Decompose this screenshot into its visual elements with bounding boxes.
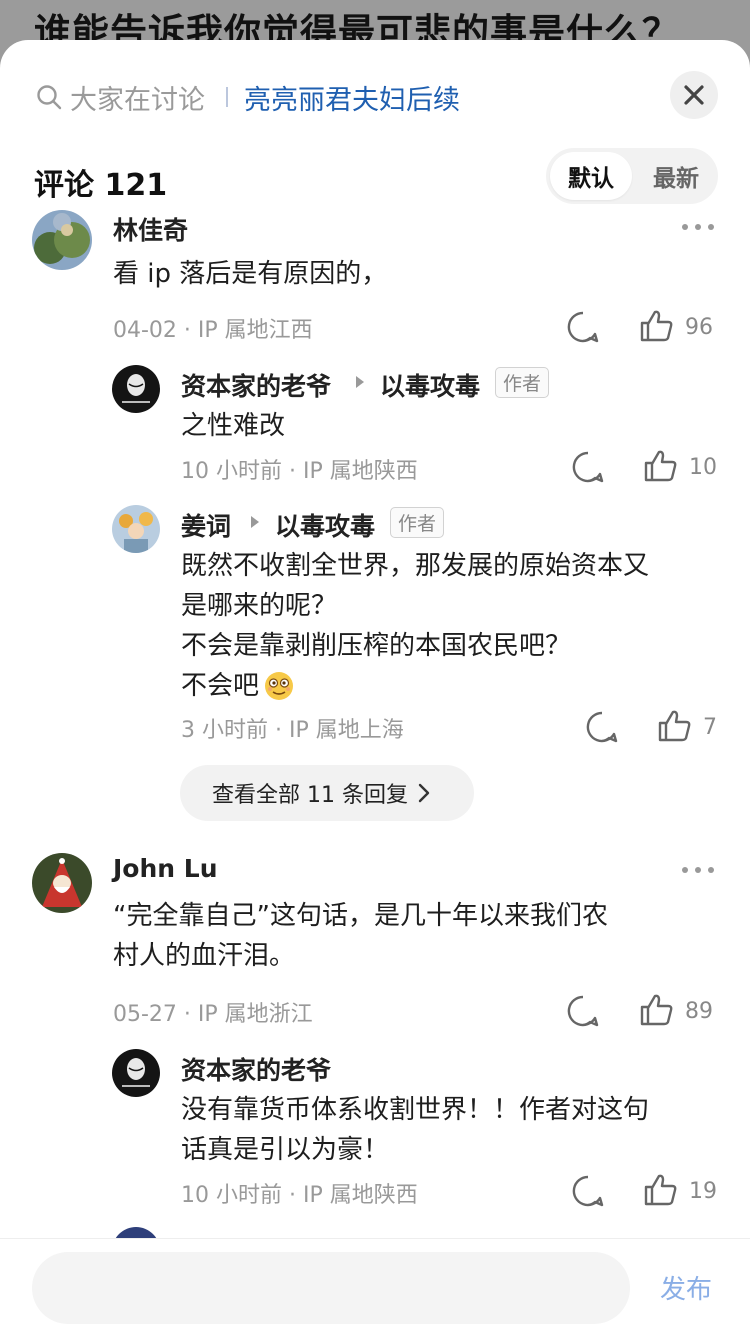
reply-line: 是哪来的呢？ [181,591,338,621]
divider [226,87,228,107]
close-icon [684,85,704,105]
reply-target-name[interactable]: 以毒攻毒 [275,507,375,543]
reply-arrow-icon [251,516,259,528]
reply-line: 话真是引以为豪！ [181,1135,390,1165]
sort-latest-tab[interactable]: 最新 [638,152,714,200]
hot-topic-link[interactable]: 亮亮丽君夫妇后续 [244,78,460,117]
avatar[interactable] [112,1049,160,1097]
search-hint[interactable]: 大家在讨论 [70,78,205,117]
search-icon[interactable] [36,84,62,110]
avatar[interactable] [32,853,92,913]
comments-count-title: 评论 121 [34,168,168,203]
comment-meta: 04-02 · IP 属地江西 [113,318,313,343]
reply-line: 不会吧 [181,666,649,706]
thumbs-up-icon[interactable] [638,308,674,344]
like-count: 19 [689,1179,717,1204]
avatar[interactable] [112,365,160,413]
reply-line: 既然不收割全世界，那发展的原始资本又 [181,551,650,581]
comment-input-bar: 发布 [0,1238,750,1334]
sheet-topbar: 大家在讨论 亮亮丽君夫妇后续 [0,40,750,150]
view-all-label: 查看全部 11 条回复 [212,783,408,808]
replier-name[interactable]: 资本家的老爷 [181,1051,331,1087]
commenter-name[interactable]: John Lu [113,854,218,883]
view-all-replies-button[interactable]: 查看全部 11 条回复 [180,765,474,821]
comment-meta: 05-27 · IP 属地浙江 [113,1002,313,1027]
more-options-icon[interactable] [680,865,716,875]
like-count: 7 [703,715,717,740]
thumbs-up-icon[interactable] [638,992,674,1028]
reply-body: 既然不收割全世界，那发展的原始资本又 是哪来的呢？ 不会是靠剥削压榨的本国农民吧… [181,546,649,706]
reply-body: 之性难改 [181,406,285,446]
comment-line: 村人的血汗泪。 [113,941,296,971]
reply-meta: 3 小时前 · IP 属地上海 [181,718,404,743]
avatar[interactable] [32,210,92,270]
comment-line: 看 ip 落后是有原因的， [113,259,388,289]
comment-body: “完全靠自己”这句话，是几十年以来我们农 村人的血汗泪。 [113,896,608,976]
comment-line: “完全靠自己”这句话，是几十年以来我们农 [113,901,608,931]
reply-line: 没有靠货币体系收割世界！！作者对这句 [181,1095,650,1125]
more-options-icon[interactable] [680,222,716,232]
reply-line-text: 不会吧 [181,671,260,701]
author-tag: 作者 [495,367,550,398]
reply-icon[interactable] [585,710,619,744]
author-tag: 作者 [390,507,445,538]
commenter-name[interactable]: 林佳奇 [113,211,188,247]
reply-line: 不会是靠剥削压榨的本国农民吧？ [181,631,572,661]
comment-body: 看 ip 落后是有原因的， [113,254,387,294]
reply-meta: 10 小时前 · IP 属地陕西 [181,459,418,484]
replier-name[interactable]: 资本家的老爷 [181,367,331,403]
reply-arrow-icon [356,376,364,388]
chevron-right-icon [418,783,430,803]
avatar[interactable] [112,505,160,553]
comments-sheet: 大家在讨论 亮亮丽君夫妇后续 评论 121 默认 最新 林佳奇 看 ip 落后是… [0,40,750,1334]
reply-icon[interactable] [571,450,605,484]
reply-target-name[interactable]: 以毒攻毒 [380,367,480,403]
sort-default-tab[interactable]: 默认 [550,152,632,200]
like-count: 10 [689,455,717,480]
reply-meta: 10 小时前 · IP 属地陕西 [181,1183,418,1208]
like-count: 96 [685,315,713,340]
publish-button[interactable]: 发布 [660,1269,712,1306]
reply-icon[interactable] [571,1174,605,1208]
close-button[interactable] [670,71,718,119]
thumbs-up-icon[interactable] [642,1172,678,1208]
dizzy-face-emoji-icon [265,672,294,700]
reply-icon[interactable] [566,310,600,344]
comment-input[interactable] [32,1252,630,1324]
thumbs-up-icon[interactable] [656,708,692,744]
sort-toggle: 默认 最新 [546,148,718,204]
thumbs-up-icon[interactable] [642,448,678,484]
reply-line: 之性难改 [181,411,286,441]
replier-name[interactable]: 姜词 [181,507,231,543]
reply-icon[interactable] [566,994,600,1028]
reply-body: 没有靠货币体系收割世界！！作者对这句 话真是引以为豪！ [181,1090,649,1170]
like-count: 89 [685,999,713,1024]
